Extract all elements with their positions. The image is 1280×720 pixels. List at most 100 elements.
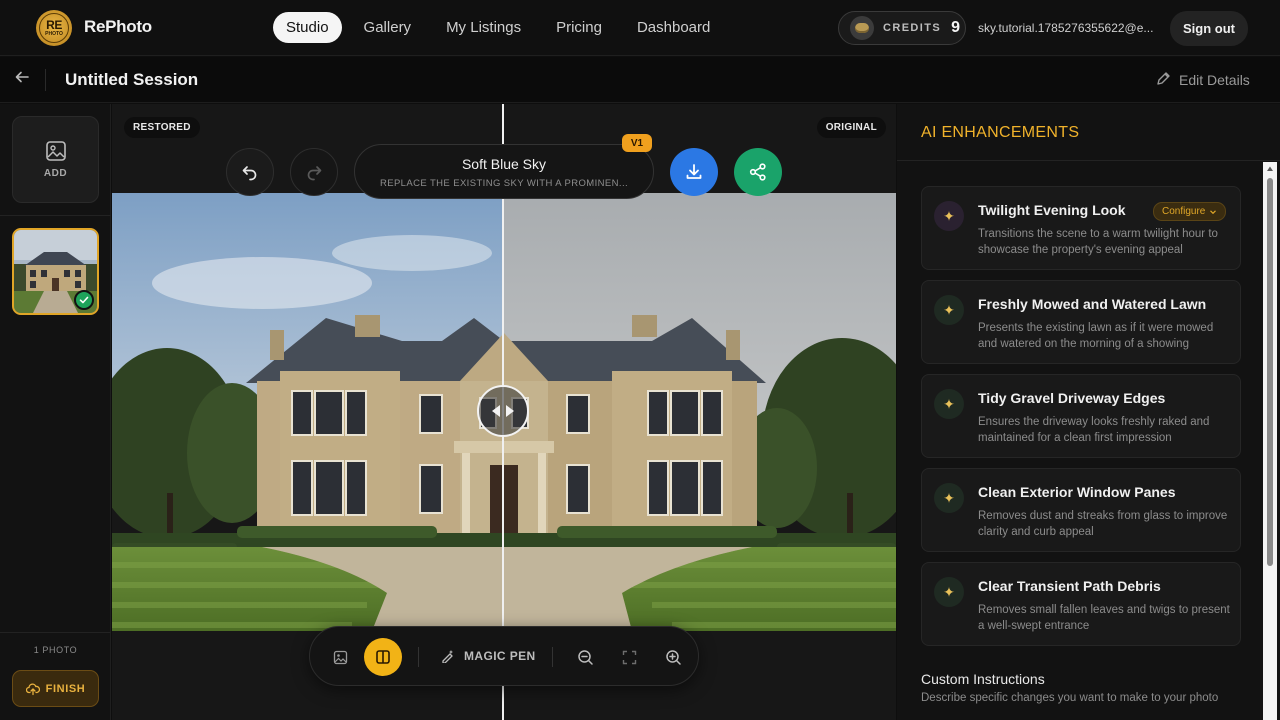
selected-check-icon	[74, 290, 94, 310]
fit-screen-button[interactable]	[617, 645, 641, 669]
edit-details-button[interactable]: Edit Details	[1156, 71, 1250, 89]
enhancement-card-lawn[interactable]: ✦ Freshly Mowed and Watered Lawn Present…	[921, 280, 1241, 364]
card-title: Twilight Evening Look	[978, 202, 1126, 218]
active-enhancement-pill[interactable]: Soft Blue Sky REPLACE THE EXISTING SKY W…	[354, 144, 654, 199]
divider	[897, 160, 1280, 161]
zoom-out-icon	[577, 649, 593, 665]
enhancement-card-twilight[interactable]: ✦ Twilight Evening Look Configure Transi…	[921, 186, 1241, 270]
panel-scrollbar[interactable]	[1263, 162, 1277, 720]
single-view-button[interactable]	[328, 645, 352, 669]
card-description: Removes small fallen leaves and twigs to…	[978, 604, 1230, 632]
divider	[45, 69, 46, 91]
finish-button[interactable]: FINISH	[12, 670, 99, 707]
brand-name[interactable]: RePhoto	[84, 17, 152, 37]
share-button[interactable]	[734, 148, 782, 196]
original-label: ORIGINAL	[816, 117, 886, 138]
logo[interactable]: RE PHOTO	[36, 10, 72, 46]
card-title: Tidy Gravel Driveway Edges	[978, 390, 1166, 406]
configure-label: Configure	[1162, 206, 1206, 217]
sparkle-icon: ✦	[934, 577, 964, 607]
card-title: Freshly Mowed and Watered Lawn	[978, 296, 1207, 312]
slider-arrows-icon	[492, 405, 514, 417]
upload-cloud-icon	[25, 683, 40, 695]
comparison-slider-handle[interactable]	[477, 385, 529, 437]
magic-pen-label: MAGIC PEN	[464, 648, 536, 663]
custom-instructions-description: Describe specific changes you want to ma…	[921, 692, 1219, 704]
scroll-up-icon[interactable]	[1266, 165, 1274, 173]
sparkle-icon: ✦	[934, 389, 964, 419]
card-description: Removes dust and streaks from glass to i…	[978, 510, 1228, 538]
credits-label: CREDITS	[883, 22, 942, 34]
split-view-icon	[376, 650, 390, 664]
card-title: Clean Exterior Window Panes	[978, 484, 1176, 500]
zoom-in-icon	[665, 649, 681, 665]
enhancement-description: REPLACE THE EXISTING SKY WITH A PROMINEN…	[379, 178, 629, 189]
image-add-icon	[45, 141, 66, 161]
enhancement-card-windows[interactable]: ✦ Clean Exterior Window Panes Removes du…	[921, 468, 1241, 552]
logo-text: RE	[46, 18, 62, 32]
download-icon	[686, 164, 702, 179]
nav-pricing[interactable]: Pricing	[543, 12, 615, 43]
download-button[interactable]	[670, 148, 718, 196]
sparkle-icon: ✦	[934, 483, 964, 513]
back-arrow-icon[interactable]	[15, 69, 29, 89]
comparison-canvas[interactable]: RESTORED ORIGINAL Soft Blue Sky REPLACE …	[112, 104, 896, 720]
canvas-toolbar: MAGIC PEN	[309, 626, 699, 686]
coins-icon	[850, 16, 874, 40]
sign-out-button[interactable]: Sign out	[1170, 11, 1248, 46]
sparkle-icon: ✦	[934, 295, 964, 325]
card-description: Presents the existing lawn as if it were…	[978, 322, 1214, 350]
chevron-down-icon	[1210, 209, 1217, 214]
session-bar: Untitled Session Edit Details	[0, 57, 1280, 103]
zoom-out-button[interactable]	[573, 645, 597, 669]
enhancement-card-debris[interactable]: ✦ Clear Transient Path Debris Removes sm…	[921, 562, 1241, 646]
redo-icon	[307, 166, 322, 181]
session-title: Untitled Session	[65, 70, 199, 89]
add-photo-button[interactable]: ADD	[12, 116, 99, 203]
restored-label: RESTORED	[124, 117, 200, 138]
undo-button[interactable]	[226, 148, 274, 196]
split-view-button[interactable]	[364, 638, 402, 676]
user-email: sky.tutorial.1785276355622@e...	[978, 21, 1154, 35]
card-title: Clear Transient Path Debris	[978, 578, 1161, 594]
undo-icon	[242, 166, 257, 181]
nav-my-listings[interactable]: My Listings	[433, 12, 534, 43]
enhancements-title: AI ENHANCEMENTS	[921, 124, 1080, 141]
share-icon	[749, 163, 766, 181]
configure-dropdown[interactable]: Configure	[1153, 202, 1227, 221]
photo-rail: ADD 1 PHOTO FINISH	[0, 104, 111, 720]
credits-badge[interactable]: CREDITS 9	[838, 11, 966, 45]
credits-count: 9	[951, 19, 960, 36]
zoom-in-button[interactable]	[661, 645, 685, 669]
logo-mark: RE PHOTO	[39, 13, 69, 43]
top-navigation-bar: RE PHOTO RePhoto Studio Gallery My Listi…	[0, 0, 1280, 56]
pencil-icon	[1156, 71, 1171, 89]
edit-details-label: Edit Details	[1179, 72, 1250, 88]
nav-dashboard[interactable]: Dashboard	[624, 12, 723, 43]
divider	[418, 647, 419, 667]
divider	[0, 215, 111, 216]
sparkle-icon: ✦	[934, 201, 964, 231]
magic-pen-button[interactable]: MAGIC PEN	[441, 648, 536, 663]
image-icon	[333, 650, 347, 664]
divider	[0, 632, 111, 633]
scroll-thumb[interactable]	[1267, 178, 1273, 566]
card-description: Transitions the scene to a warm twilight…	[978, 228, 1218, 256]
magic-pen-icon	[442, 650, 453, 663]
enhancements-panel: AI ENHANCEMENTS ✦ Twilight Evening Look …	[897, 104, 1280, 720]
card-description: Ensures the driveway looks freshly raked…	[978, 416, 1210, 444]
custom-instructions-heading: Custom Instructions	[921, 671, 1045, 687]
logo-subtext: PHOTO	[45, 31, 63, 37]
nav-studio[interactable]: Studio	[273, 12, 342, 43]
fit-screen-icon	[622, 650, 636, 664]
version-badge[interactable]: V1	[622, 134, 652, 152]
divider	[552, 647, 553, 667]
photo-count: 1 PHOTO	[33, 645, 78, 655]
finish-label: FINISH	[45, 682, 86, 695]
main-nav: Studio Gallery My Listings Pricing Dashb…	[273, 12, 732, 43]
enhancement-title: Soft Blue Sky	[461, 156, 547, 172]
redo-button[interactable]	[290, 148, 338, 196]
nav-gallery[interactable]: Gallery	[351, 12, 425, 43]
add-label: ADD	[43, 168, 68, 179]
enhancement-card-driveway[interactable]: ✦ Tidy Gravel Driveway Edges Ensures the…	[921, 374, 1241, 458]
